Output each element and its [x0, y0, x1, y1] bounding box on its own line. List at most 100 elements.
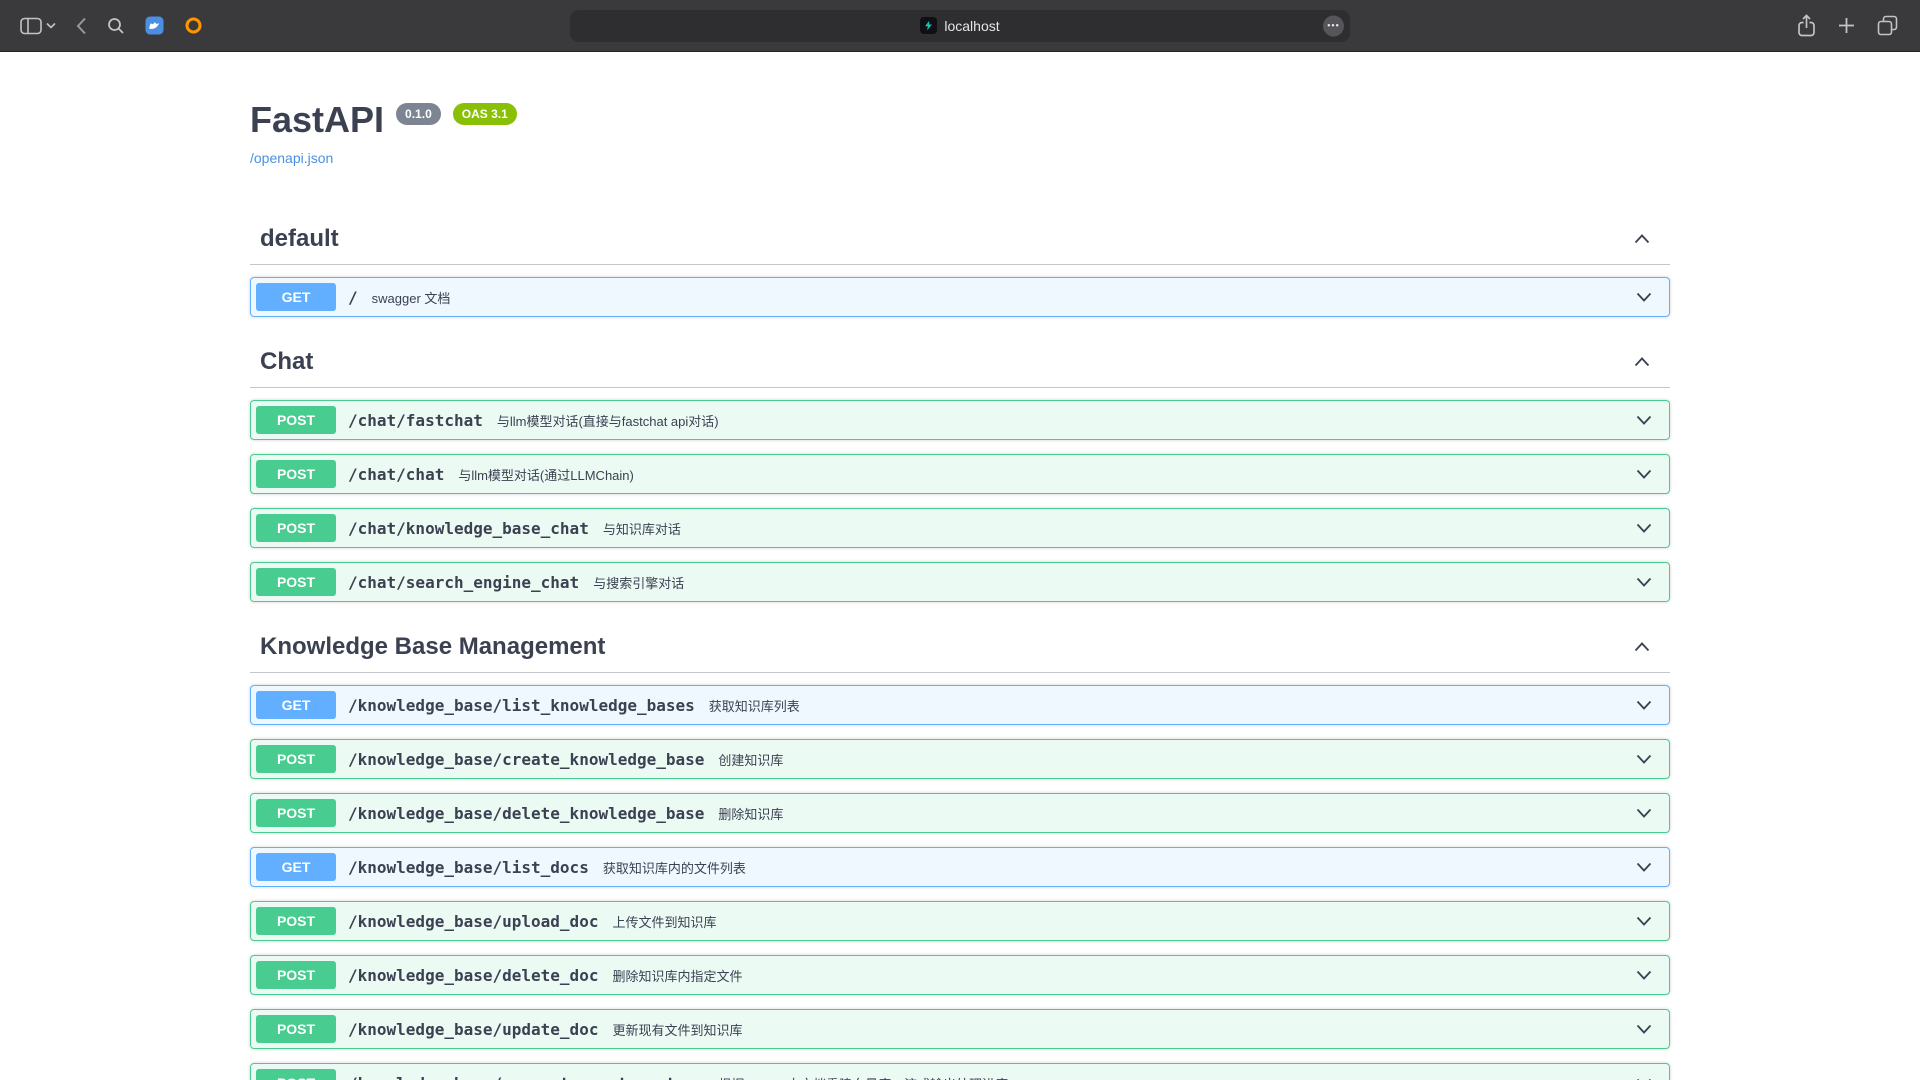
section-title: Chat — [260, 347, 313, 377]
operation-description: 获取知识库内的文件列表 — [603, 858, 746, 877]
operation-row[interactable]: POST /knowledge_base/update_doc 更新现有文件到知… — [250, 1009, 1670, 1049]
operation-path: /chat/knowledge_base_chat — [348, 519, 589, 538]
operation-description: swagger 文档 — [372, 288, 451, 307]
section-title: Knowledge Base Management — [260, 632, 605, 662]
operation-row[interactable]: POST /knowledge_base/delete_doc 删除知识库内指定… — [250, 955, 1670, 995]
chevron-down-icon[interactable] — [1636, 808, 1664, 818]
new-tab-button[interactable] — [1838, 17, 1855, 34]
chevron-down-icon[interactable] — [1636, 469, 1664, 479]
api-info: FastAPI 0.1.0 OAS 3.1 /openapi.json — [250, 52, 1670, 168]
http-method-badge: POST — [256, 514, 336, 542]
chevron-up-icon — [1634, 234, 1650, 244]
operation-path: /knowledge_base/list_docs — [348, 858, 589, 877]
chevron-down-icon[interactable] — [1636, 970, 1664, 980]
chevron-down-icon[interactable] — [1636, 1024, 1664, 1034]
operation-row[interactable]: POST /knowledge_base/upload_doc 上传文件到知识库 — [250, 901, 1670, 941]
operation-row[interactable]: POST /chat/search_engine_chat 与搜索引擎对话 — [250, 562, 1670, 602]
operation-row[interactable]: POST /knowledge_base/delete_knowledge_ba… — [250, 793, 1670, 833]
http-method-badge: GET — [256, 283, 336, 311]
operation-description: 获取知识库列表 — [709, 696, 800, 715]
page-title: FastAPI — [250, 98, 384, 142]
operation-path: /knowledge_base/delete_doc — [348, 966, 598, 985]
address-bar[interactable]: localhost ••• — [570, 10, 1350, 42]
operation-path: /chat/chat — [348, 465, 444, 484]
sidebar-toggle-button[interactable] — [20, 17, 56, 35]
operation-row[interactable]: POST /chat/fastchat 与llm模型对话(直接与fastchat… — [250, 400, 1670, 440]
operation-path: /knowledge_base/delete_knowledge_base — [348, 804, 704, 823]
operation-description: 更新现有文件到知识库 — [612, 1020, 742, 1039]
operation-row[interactable]: POST /chat/knowledge_base_chat 与知识库对话 — [250, 508, 1670, 548]
operation-path: /chat/fastchat — [348, 411, 483, 430]
operation-description: 与llm模型对话(直接与fastchat api对话) — [497, 411, 719, 430]
swagger-page: FastAPI 0.1.0 OAS 3.1 /openapi.json defa… — [0, 52, 1920, 1080]
api-section: Chat POST /chat/fastchat 与llm模型对话(直接与fas… — [250, 331, 1670, 602]
operation-path: /knowledge_base/upload_doc — [348, 912, 598, 931]
tab-group-chevron-icon — [46, 22, 56, 29]
operation-row[interactable]: GET /knowledge_base/list_docs 获取知识库内的文件列… — [250, 847, 1670, 887]
search-button[interactable] — [107, 17, 125, 35]
operation-row[interactable]: POST /knowledge_base/create_knowledge_ba… — [250, 739, 1670, 779]
collapse-section-button[interactable] — [1628, 357, 1656, 367]
collapse-section-button[interactable] — [1628, 642, 1656, 652]
share-icon — [1797, 14, 1816, 37]
http-method-badge: POST — [256, 745, 336, 773]
ellipsis-icon: ••• — [1327, 21, 1339, 31]
back-icon — [76, 17, 87, 35]
operation-row[interactable]: POST /chat/chat 与llm模型对话(通过LLMChain) — [250, 454, 1670, 494]
tab-overview-button[interactable] — [1877, 15, 1898, 36]
http-method-badge: POST — [256, 799, 336, 827]
browser-toolbar: localhost ••• — [0, 0, 1920, 52]
chevron-down-icon[interactable] — [1636, 700, 1664, 710]
operation-row[interactable]: GET / swagger 文档 — [250, 277, 1670, 317]
operation-path: /knowledge_base/create_knowledge_base — [348, 750, 704, 769]
chevron-down-icon[interactable] — [1636, 292, 1664, 302]
extension-orange-icon — [184, 16, 203, 35]
operation-description: 与llm模型对话(通过LLMChain) — [458, 465, 634, 484]
chevron-up-icon — [1634, 357, 1650, 367]
chevron-down-icon[interactable] — [1636, 415, 1664, 425]
operation-description: 删除知识库内指定文件 — [612, 966, 742, 985]
search-icon — [107, 17, 125, 35]
operation-description: 根据content中文档重建向量库，流式输出处理进度。 — [718, 1074, 1021, 1080]
http-method-badge: POST — [256, 1069, 336, 1080]
chevron-down-icon[interactable] — [1636, 577, 1664, 587]
openapi-spec-link[interactable]: /openapi.json — [250, 150, 333, 166]
section-header[interactable]: Knowledge Base Management — [250, 616, 1670, 673]
http-method-badge: POST — [256, 406, 336, 434]
operation-description: 创建知识库 — [718, 750, 783, 769]
operation-row[interactable]: POST /knowledge_base/recreate_vector_sto… — [250, 1063, 1670, 1080]
page-options-button[interactable]: ••• — [1323, 15, 1344, 36]
operation-path: /knowledge_base/recreate_vector_store — [348, 1074, 704, 1080]
oas-badge: OAS 3.1 — [453, 103, 517, 125]
http-method-badge: POST — [256, 1015, 336, 1043]
operation-path: /knowledge_base/update_doc — [348, 1020, 598, 1039]
extension-orange-button[interactable] — [184, 16, 203, 35]
chevron-down-icon[interactable] — [1636, 862, 1664, 872]
operation-description: 与知识库对话 — [603, 519, 681, 538]
extension-blue-icon — [145, 16, 164, 35]
operation-description: 上传文件到知识库 — [612, 912, 716, 931]
chevron-down-icon[interactable] — [1636, 916, 1664, 926]
site-favicon — [920, 17, 937, 34]
chevron-down-icon[interactable] — [1636, 754, 1664, 764]
operation-path: /chat/search_engine_chat — [348, 573, 579, 592]
sections-container: default GET / swagger 文档 Chat — [250, 208, 1670, 1080]
operation-path: /knowledge_base/list_knowledge_bases — [348, 696, 695, 715]
section-title: default — [260, 224, 339, 254]
collapse-section-button[interactable] — [1628, 234, 1656, 244]
extension-blue-button[interactable] — [145, 16, 164, 35]
chevron-down-icon[interactable] — [1636, 523, 1664, 533]
http-method-badge: POST — [256, 568, 336, 596]
section-header[interactable]: default — [250, 208, 1670, 265]
http-method-badge: POST — [256, 961, 336, 989]
operation-row[interactable]: GET /knowledge_base/list_knowledge_bases… — [250, 685, 1670, 725]
http-method-badge: GET — [256, 691, 336, 719]
http-method-badge: GET — [256, 853, 336, 881]
back-button[interactable] — [76, 17, 87, 35]
share-button[interactable] — [1797, 14, 1816, 37]
http-method-badge: POST — [256, 907, 336, 935]
operation-path: / — [348, 288, 358, 307]
http-method-badge: POST — [256, 460, 336, 488]
sidebar-toggle-icon — [20, 17, 42, 35]
section-header[interactable]: Chat — [250, 331, 1670, 388]
